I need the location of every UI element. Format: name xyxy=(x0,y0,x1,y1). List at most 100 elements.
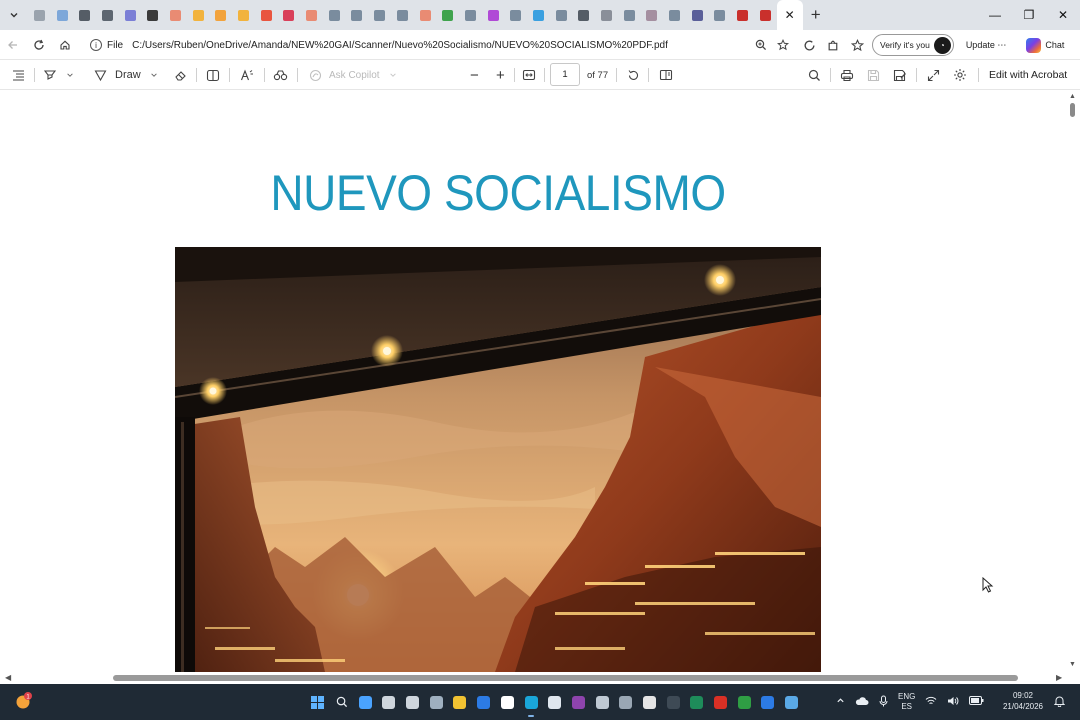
home-button[interactable] xyxy=(52,30,78,60)
browser-tab[interactable] xyxy=(96,0,119,30)
taskbar-app[interactable] xyxy=(614,684,638,720)
browser-tab[interactable] xyxy=(482,0,505,30)
erase-button[interactable] xyxy=(174,67,187,83)
language-indicator[interactable]: ENG ES xyxy=(898,692,915,712)
taskbar-app[interactable] xyxy=(638,684,662,720)
info-icon[interactable]: i xyxy=(90,39,102,51)
browser-tab[interactable] xyxy=(754,0,777,30)
copilot-chat-button[interactable]: Chat xyxy=(1026,37,1064,53)
taskbar-app[interactable] xyxy=(496,684,520,720)
browser-tab[interactable] xyxy=(255,0,278,30)
browser-tab[interactable] xyxy=(119,0,142,30)
browser-tab[interactable] xyxy=(323,0,346,30)
browser-tab[interactable] xyxy=(51,0,74,30)
active-browser-tab[interactable]: ✕ xyxy=(776,0,803,30)
battery-tray-icon[interactable] xyxy=(969,696,984,708)
browser-tab[interactable] xyxy=(232,0,255,30)
close-tab-icon[interactable]: ✕ xyxy=(785,8,795,22)
vertical-scrollbar[interactable]: ▲ ▼ xyxy=(1066,91,1080,672)
scroll-right-arrow-icon[interactable]: ▶ xyxy=(1056,673,1062,682)
browser-tab[interactable] xyxy=(504,0,527,30)
update-button[interactable]: Update ⋯ xyxy=(966,40,1007,51)
browser-tab[interactable] xyxy=(436,0,459,30)
browser-tab[interactable] xyxy=(527,0,550,30)
minimize-button[interactable]: — xyxy=(978,0,1012,30)
start-button[interactable] xyxy=(306,684,330,720)
taskbar-app[interactable] xyxy=(756,684,780,720)
clock[interactable]: 09:02 21/04/2026 xyxy=(1002,690,1044,712)
scroll-up-arrow-icon[interactable]: ▲ xyxy=(1069,93,1076,100)
favorites-button[interactable] xyxy=(848,36,866,54)
taskbar-app[interactable] xyxy=(709,684,733,720)
vertical-scroll-thumb[interactable] xyxy=(1070,103,1075,117)
taskbar-app[interactable] xyxy=(401,684,425,720)
taskbar-app[interactable] xyxy=(661,684,685,720)
edit-with-acrobat-button[interactable]: Edit with Acrobat xyxy=(989,67,1067,83)
refresh-sync-button[interactable] xyxy=(800,36,818,54)
rotate-button[interactable] xyxy=(627,67,640,83)
pdf-viewport[interactable]: NUEVO SOCIALISMO xyxy=(0,91,1066,672)
browser-tab[interactable] xyxy=(278,0,301,30)
notifications-button[interactable] xyxy=(1053,695,1066,710)
tab-actions-menu-button[interactable] xyxy=(0,0,28,30)
browser-tab[interactable] xyxy=(28,0,51,30)
taskbar-app[interactable] xyxy=(472,684,496,720)
taskbar-app[interactable] xyxy=(732,684,756,720)
browser-tab[interactable] xyxy=(391,0,414,30)
onedrive-tray-icon[interactable] xyxy=(855,696,869,709)
taskbar-app[interactable] xyxy=(567,684,591,720)
highlight-button[interactable] xyxy=(43,67,74,83)
restore-button[interactable]: ❐ xyxy=(1012,0,1046,30)
browser-tab[interactable] xyxy=(459,0,482,30)
search-button[interactable] xyxy=(808,67,821,83)
taskbar-app[interactable] xyxy=(519,684,543,720)
browser-tab[interactable] xyxy=(164,0,187,30)
close-window-button[interactable]: ✕ xyxy=(1046,0,1080,30)
browser-tab[interactable] xyxy=(73,0,96,30)
browser-tab[interactable] xyxy=(663,0,686,30)
taskbar-app[interactable] xyxy=(353,684,377,720)
save-as-button[interactable] xyxy=(893,67,907,83)
back-button[interactable] xyxy=(0,30,26,60)
taskbar-app[interactable] xyxy=(780,684,804,720)
taskbar-app[interactable] xyxy=(377,684,401,720)
zoom-out-button[interactable]: − xyxy=(470,67,479,84)
extensions-button[interactable] xyxy=(824,36,842,54)
fit-to-page-button[interactable] xyxy=(522,67,536,83)
ask-copilot-button[interactable]: Ask Copilot xyxy=(309,67,397,83)
print-button[interactable] xyxy=(840,67,854,83)
read-aloud-button[interactable] xyxy=(240,67,254,83)
url-text[interactable]: C:/Users/Ruben/OneDrive/Amanda/NEW%20GAI… xyxy=(132,40,668,51)
browser-tab[interactable] xyxy=(641,0,664,30)
pdf-settings-button[interactable] xyxy=(953,67,967,83)
view-mode-button[interactable] xyxy=(206,67,220,83)
zoom-in-button[interactable]: + xyxy=(496,67,505,84)
favorite-star-button[interactable] xyxy=(774,36,792,54)
browser-tab[interactable] xyxy=(346,0,369,30)
taskbar-search-button[interactable] xyxy=(330,684,354,720)
browser-tab[interactable] xyxy=(300,0,323,30)
zoom-page-button[interactable] xyxy=(752,36,770,54)
save-button[interactable] xyxy=(867,67,880,83)
browser-tab[interactable] xyxy=(686,0,709,30)
taskbar-app[interactable] xyxy=(685,684,709,720)
browser-tab[interactable] xyxy=(414,0,437,30)
microphone-tray-icon[interactable] xyxy=(879,695,888,710)
browser-tab[interactable] xyxy=(141,0,164,30)
draw-button[interactable]: Draw xyxy=(94,67,158,83)
taskbar-app[interactable] xyxy=(543,684,567,720)
refresh-button[interactable] xyxy=(26,30,52,60)
browser-tab[interactable] xyxy=(618,0,641,30)
scroll-left-arrow-icon[interactable]: ◀ xyxy=(5,673,11,682)
address-omnibox[interactable]: i File C:/Users/Ruben/OneDrive/Amanda/NE… xyxy=(84,34,798,56)
browser-tab[interactable] xyxy=(595,0,618,30)
profile-button[interactable]: Verify it's you ◔ xyxy=(872,34,954,56)
browser-tab[interactable] xyxy=(187,0,210,30)
show-hidden-icons-button[interactable] xyxy=(836,696,845,708)
browser-tab[interactable] xyxy=(550,0,573,30)
browser-tab[interactable] xyxy=(210,0,233,30)
browser-tab[interactable] xyxy=(731,0,754,30)
volume-tray-icon[interactable] xyxy=(947,696,959,709)
taskbar-app[interactable] xyxy=(590,684,614,720)
taskbar-app[interactable] xyxy=(448,684,472,720)
